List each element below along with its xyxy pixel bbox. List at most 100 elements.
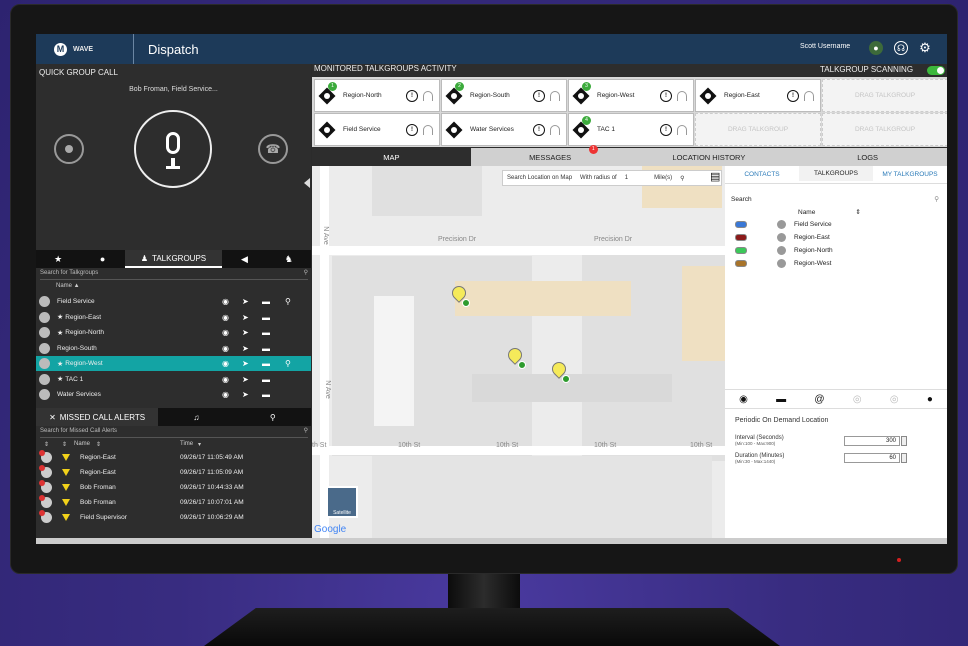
tab-my-talkgroups[interactable]: MY TALKGROUPS (873, 166, 947, 183)
tab-broadcast[interactable]: ◀ (222, 250, 266, 268)
message-icon[interactable]: ▤ (710, 170, 720, 183)
contacts-talkgroup-row[interactable]: Field Service (735, 218, 935, 230)
interval-input[interactable]: 300 (844, 436, 900, 446)
chat-icon[interactable]: ▬ (262, 375, 270, 384)
contacts-talkgroup-row[interactable]: Region-North (735, 244, 935, 256)
chat-icon[interactable]: ▬ (262, 313, 270, 322)
collapse-panel-icon[interactable] (304, 178, 310, 188)
end-call-button[interactable]: ☎ (258, 134, 288, 164)
talkgroup-row[interactable]: ★ TAC 1 ◉ ➤ ▬ (36, 372, 311, 387)
monitor-icon[interactable]: ◎ (853, 394, 862, 405)
tab-contacts[interactable]: ● (80, 250, 124, 268)
missed-call-row[interactable]: Region-East 09/26/17 11:05:09 AM (36, 465, 311, 480)
missed-call-row[interactable]: Region-East 09/26/17 11:05:49 AM (36, 450, 311, 465)
location-arrow-icon[interactable]: ➤ (242, 313, 249, 322)
location-arrow-icon[interactable]: ➤ (242, 359, 249, 368)
satellite-toggle[interactable]: Satellite (326, 486, 358, 518)
talkgroup-row[interactable]: Water Services ◉ ➤ ▬ (36, 387, 311, 402)
sort-icon[interactable]: ⇕ (62, 441, 67, 448)
monitored-talkgroup-tile[interactable]: Region-East! (695, 79, 821, 112)
contacts-search-input[interactable]: Search ⚲ (731, 196, 939, 203)
missed-call-name-column[interactable]: Name (74, 441, 90, 447)
map-view[interactable]: Precision Dr Precision Dr N Ave N Ave 10… (312, 166, 725, 538)
drag-talkgroup-slot[interactable]: DRAG TALKGROUP (695, 113, 821, 146)
ptt-icon[interactable]: ! (533, 123, 545, 136)
sort-icon[interactable]: ⇕ (44, 441, 49, 448)
map-search-input[interactable]: Search Location on Map (507, 175, 572, 181)
tab-locations[interactable]: ⚲ (235, 408, 311, 426)
chat-icon[interactable]: ▬ (262, 344, 270, 353)
monitored-talkgroup-tile[interactable]: 1 Region-North! (314, 79, 440, 112)
push-to-talk-button[interactable] (134, 110, 212, 188)
tab-messages[interactable]: MESSAGES 1 (471, 145, 630, 166)
talkgroup-row[interactable]: ★ Region-West ◉ ➤ ▬ ⚲ (36, 356, 311, 371)
tab-location-history[interactable]: LOCATION HISTORY (630, 148, 789, 166)
monitored-talkgroup-tile[interactable]: 4 TAC 1! (568, 113, 694, 146)
headset-icon[interactable] (677, 90, 687, 101)
location-arrow-icon[interactable]: ➤ (242, 297, 249, 306)
tab-map[interactable]: MAP (312, 148, 471, 166)
headset-icon[interactable] (550, 124, 560, 135)
monitored-talkgroup-tile[interactable]: 2 Region-South! (441, 79, 567, 112)
ptt-icon[interactable]: ◉ (739, 394, 748, 405)
tab-favorites[interactable]: ★ (36, 250, 80, 268)
headset-icon[interactable] (677, 124, 687, 135)
missed-call-row[interactable]: Bob Froman 09/26/17 10:07:01 AM (36, 495, 311, 510)
monitored-talkgroup-tile[interactable]: Water Services! (441, 113, 567, 146)
headset-icon[interactable] (550, 90, 560, 101)
ptt-icon[interactable]: ◉ (222, 313, 229, 322)
ptt-icon[interactable]: ! (660, 123, 672, 136)
ptt-icon[interactable]: ! (660, 89, 672, 102)
ptt-icon[interactable]: ◉ (222, 297, 229, 306)
location-pin-icon[interactable]: ⚲ (285, 297, 291, 306)
radius-input[interactable]: 1 (625, 175, 628, 181)
ptt-icon[interactable]: ◉ (222, 359, 229, 368)
chat-icon[interactable]: ▬ (262, 359, 270, 368)
talkgroup-row[interactable]: Field Service ◉ ➤ ▬ ⚲ (36, 294, 311, 309)
interval-stepper[interactable] (901, 436, 907, 446)
ptt-icon[interactable]: ! (533, 89, 545, 102)
search-icon[interactable]: ⚲ (680, 175, 684, 182)
tab-missed-calls[interactable]: ✕ MISSED CALL ALERTS (36, 408, 159, 426)
missed-call-search-input[interactable]: Search for Missed Call Alerts ⚲ (40, 428, 308, 438)
status-icon[interactable]: ● (869, 41, 883, 55)
talkgroup-name-column[interactable]: Name ▲ (56, 283, 80, 289)
headset-icon[interactable]: ☊ (894, 41, 908, 55)
missed-call-time-column[interactable]: Time (180, 441, 193, 447)
gear-icon[interactable]: ⚙ (918, 40, 932, 55)
talkgroup-row[interactable]: Region-South ◉ ➤ ▬ (36, 341, 311, 356)
hold-button[interactable] (54, 134, 84, 164)
search-icon[interactable]: ⚲ (934, 195, 939, 203)
search-icon[interactable]: ⚲ (304, 427, 308, 434)
contacts-talkgroup-row[interactable]: Region-West (735, 257, 935, 269)
monitored-talkgroup-tile[interactable]: 3 Region-West! (568, 79, 694, 112)
ptt-icon[interactable]: ◉ (222, 375, 229, 384)
duration-input[interactable]: 60 (844, 453, 900, 463)
talkgroup-row[interactable]: ★ Region-East ◉ ➤ ▬ (36, 310, 311, 325)
scan-icon[interactable]: ◎ (890, 394, 899, 405)
ptt-icon[interactable]: ! (787, 89, 799, 102)
map-search-bar[interactable]: Search Location on Map With radius of 1 … (502, 170, 722, 186)
search-icon[interactable]: ⚲ (304, 269, 308, 276)
headset-icon[interactable] (804, 90, 814, 101)
tab-logs[interactable]: LOGS (788, 148, 947, 166)
chat-icon[interactable]: ▬ (262, 390, 270, 399)
user-name[interactable]: Scott Username (800, 43, 850, 50)
location-icon[interactable]: ● (927, 394, 933, 405)
location-arrow-icon[interactable]: ➤ (242, 344, 249, 353)
contacts-name-column[interactable]: Name ⇕ (798, 208, 861, 216)
ptt-icon[interactable]: ◉ (222, 328, 229, 337)
headset-icon[interactable] (423, 90, 433, 101)
monitored-talkgroup-tile[interactable]: Field Service! (314, 113, 440, 146)
talkgroup-row[interactable]: ★ Region-North ◉ ➤ ▬ (36, 325, 311, 340)
ptt-icon[interactable]: ! (406, 123, 418, 136)
missed-call-row[interactable]: Field Supervisor 09/26/17 10:06:29 AM (36, 510, 311, 525)
ptt-icon[interactable]: ◉ (222, 344, 229, 353)
chat-icon[interactable]: ▬ (262, 328, 270, 337)
location-pin-icon[interactable]: ⚲ (285, 359, 291, 368)
tab-talkgroups[interactable]: TALKGROUPS (799, 166, 873, 183)
tab-contacts[interactable]: CONTACTS (725, 166, 799, 183)
contacts-talkgroup-row[interactable]: Region-East (735, 231, 935, 243)
headset-icon[interactable] (423, 124, 433, 135)
drag-talkgroup-slot[interactable]: DRAG TALKGROUP (822, 79, 947, 112)
